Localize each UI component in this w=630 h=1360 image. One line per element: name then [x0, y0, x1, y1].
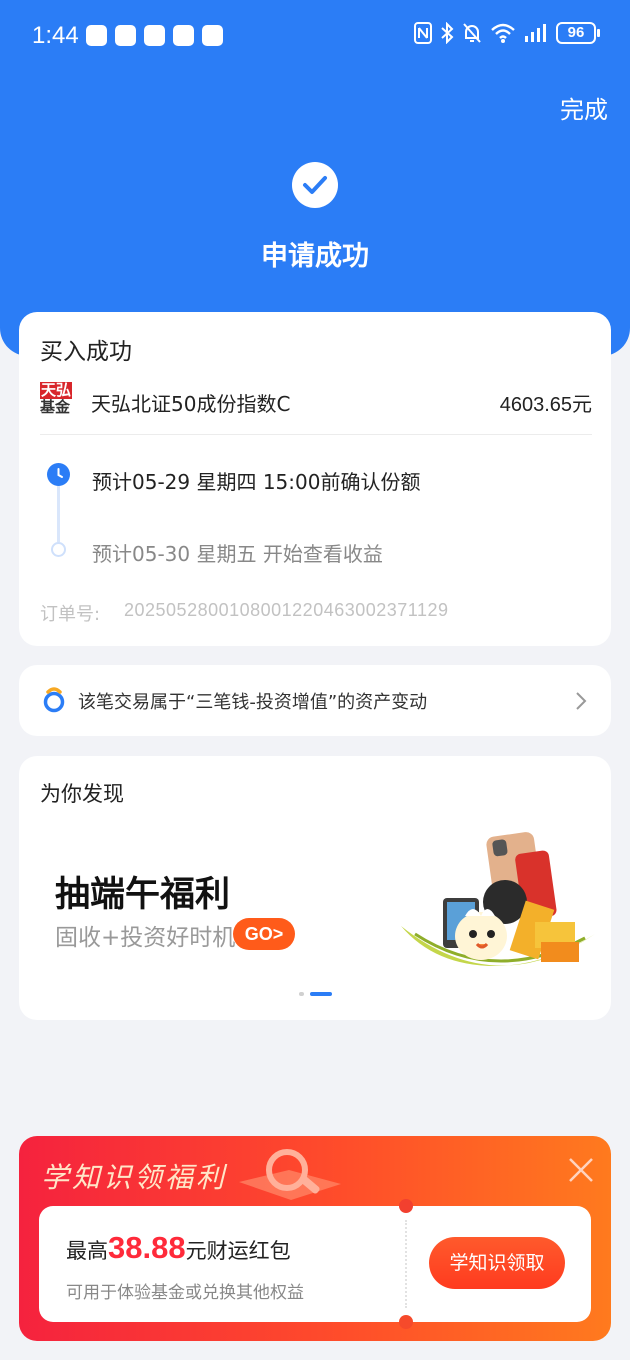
- fund-logo-top: 天弘: [40, 381, 73, 399]
- page-title: 申请成功: [261, 241, 369, 272]
- wifi-icon: [491, 23, 515, 43]
- timeline-line: [57, 484, 60, 542]
- purchase-amount: 4603.65元: [499, 394, 592, 416]
- success-check-icon: [292, 162, 338, 208]
- message-notification-icon: [115, 25, 136, 46]
- discover-title: 为你发现: [40, 782, 124, 806]
- reward-amount-line: 最高38.88元财运红包: [66, 1230, 291, 1266]
- reward-prefix: 最高: [66, 1239, 108, 1263]
- reward-subtitle: 可用于体验基金或兑换其他权益: [66, 1283, 304, 1303]
- claim-reward-button[interactable]: 学知识领取: [429, 1237, 565, 1289]
- fund-name[interactable]: 天弘北证50成份指数C: [91, 388, 290, 417]
- reward-banner[interactable]: 学知识领福利 最高38.88元财运红包 可用于体验基金或兑换其他权益 学知识领取: [19, 1136, 611, 1341]
- reward-suffix: 元财运红包: [185, 1239, 291, 1263]
- ticket-notch: [399, 1315, 413, 1329]
- pager-dot-active[interactable]: [310, 992, 332, 996]
- timeline-step-earnings: 预计05-30 星期五 开始查看收益: [92, 542, 383, 566]
- ticket-divider: [405, 1220, 407, 1308]
- close-icon[interactable]: [567, 1156, 595, 1184]
- bluetooth-icon: [441, 22, 454, 44]
- done-button[interactable]: 完成: [560, 90, 608, 125]
- magnifier-book-icon: [239, 1149, 341, 1200]
- discover-card: 为你发现 抽端午福利 固收+投资好时机 GO>: [19, 756, 611, 1020]
- carousel-pager: [299, 992, 332, 996]
- asset-logo-icon: [43, 687, 65, 713]
- promo-prize-illustration[interactable]: [395, 826, 605, 986]
- asset-notice-text: 该笔交易属于“三笔钱-投资增值”的资产变动: [78, 692, 428, 713]
- order-number-label: 订单号:: [40, 604, 101, 625]
- system-icons: 96: [414, 22, 600, 44]
- status-time: 1:44: [32, 22, 79, 49]
- purchase-title: 买入成功: [40, 339, 132, 365]
- signal-icon: [525, 24, 546, 42]
- asset-notice-row[interactable]: 该笔交易属于“三笔钱-投资增值”的资产变动: [19, 665, 611, 736]
- reward-ticket: 最高38.88元财运红包 可用于体验基金或兑换其他权益 学知识领取: [39, 1199, 591, 1329]
- mute-bell-icon: [463, 23, 481, 43]
- promo-subtitle: 固收+投资好时机: [55, 925, 236, 951]
- reward-amount: 38.88: [108, 1230, 186, 1265]
- promo-title[interactable]: 抽端午福利: [55, 866, 230, 917]
- chevron-right-icon: [576, 692, 587, 710]
- timeline-step-confirm: 预计05-29 星期四 15:00前确认份额: [92, 470, 421, 494]
- app3-notification-icon: [202, 25, 223, 46]
- divider: [40, 434, 592, 435]
- pager-dot[interactable]: [299, 992, 304, 996]
- purchase-card: 买入成功 天弘 基金 天弘北证50成份指数C 4603.65元 预计05-29 …: [19, 312, 611, 646]
- clock-icon: [47, 463, 70, 486]
- status-bar: 1:44 96: [0, 0, 630, 72]
- nfc-icon: [414, 22, 432, 44]
- circle-icon: [51, 542, 66, 557]
- notification-icons: [86, 25, 223, 46]
- app2-notification-icon: [173, 25, 194, 46]
- go-button[interactable]: GO>: [233, 918, 295, 950]
- fund-company-logo: 天弘 基金: [40, 382, 76, 418]
- ticket-notch: [399, 1199, 413, 1213]
- reward-banner-title: 学知识领福利: [41, 1161, 228, 1194]
- app-notification-icon: [86, 25, 107, 46]
- chat-notification-icon: [144, 25, 165, 46]
- order-number: 2025052800108001220463002371129: [124, 600, 449, 620]
- fund-logo-bottom: 基金: [40, 398, 71, 416]
- battery-icon: 96: [556, 22, 600, 44]
